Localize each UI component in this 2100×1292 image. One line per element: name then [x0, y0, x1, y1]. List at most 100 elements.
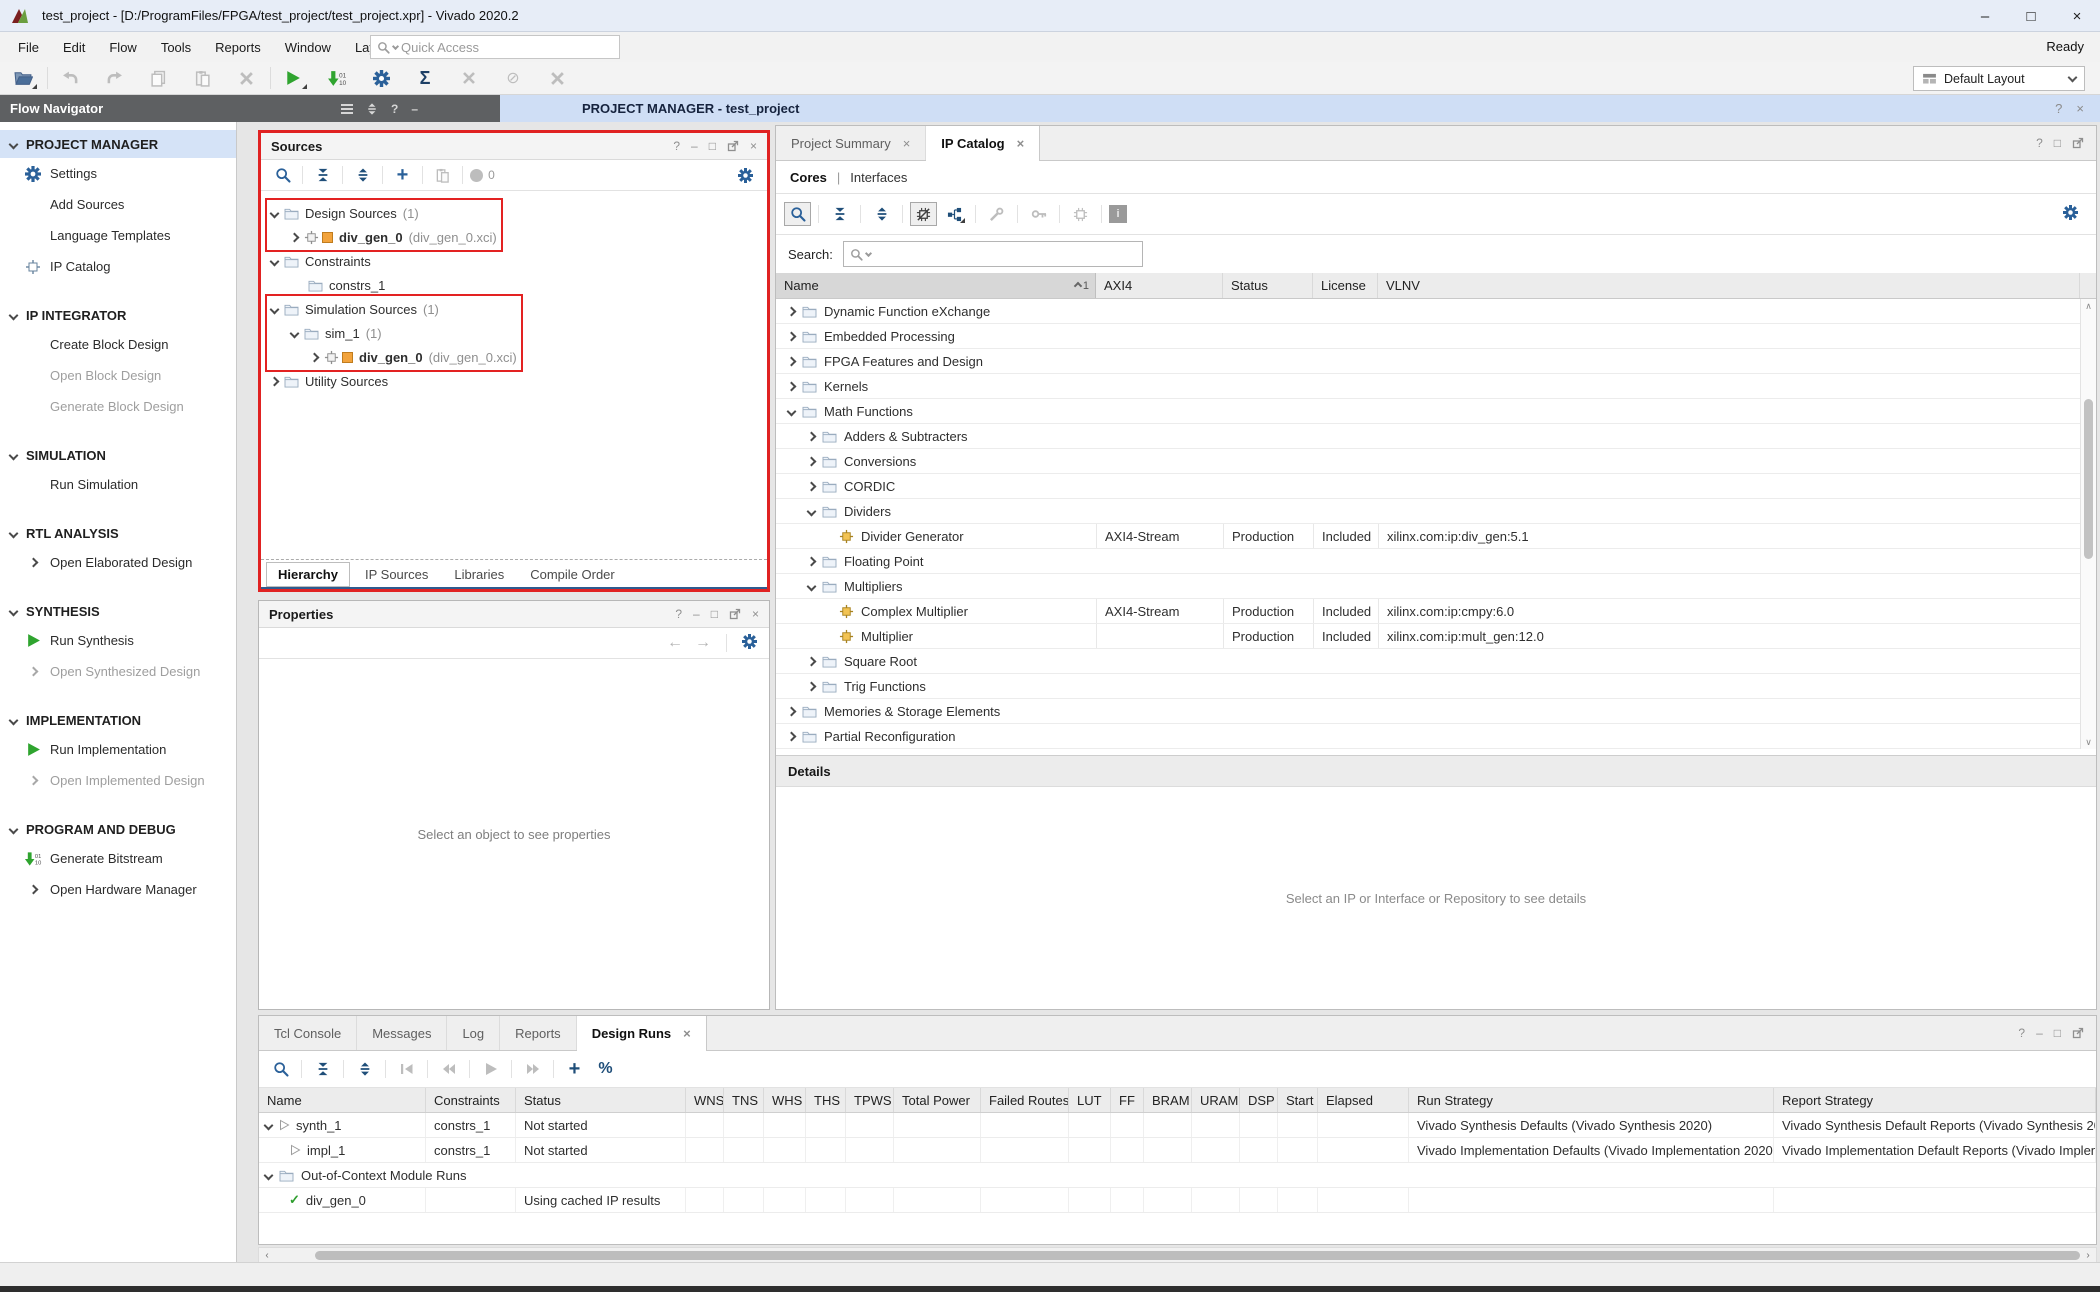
catalog-row-embedded-processing[interactable]: Embedded Processing — [776, 324, 2080, 349]
column-tns[interactable]: TNS — [724, 1088, 764, 1112]
generate-bitstream-icon[interactable] — [320, 64, 354, 92]
horizontal-scrollbar[interactable]: ‹ › — [258, 1247, 2097, 1263]
column-name[interactable]: Name — [259, 1088, 426, 1112]
close-panel-icon[interactable]: × — [752, 607, 759, 621]
copy-icon[interactable] — [141, 64, 175, 92]
ip-settings-icon[interactable] — [1067, 202, 1094, 226]
tab-compile-order[interactable]: Compile Order — [519, 563, 626, 586]
percent-icon[interactable]: % — [592, 1057, 619, 1081]
column-elapsed[interactable]: Elapsed — [1318, 1088, 1409, 1112]
catalog-row-divider-generator[interactable]: Divider Generator AXI4-Stream Production… — [776, 524, 2080, 549]
sidebar-item-add-sources[interactable]: Add Sources — [0, 189, 236, 220]
sidebar-item-open-elaborated-design[interactable]: Open Elaborated Design — [0, 547, 236, 578]
clipboard-icon[interactable] — [429, 163, 456, 187]
catalog-row-memories-storage[interactable]: Memories & Storage Elements — [776, 699, 2080, 724]
tab-project-summary[interactable]: Project Summary× — [776, 126, 926, 160]
scrollbar-thumb[interactable] — [315, 1251, 2080, 1260]
subtab-interfaces[interactable]: Interfaces — [850, 170, 907, 185]
maximize-panel-icon[interactable]: □ — [709, 139, 716, 153]
collapse-all-icon[interactable] — [309, 1057, 336, 1081]
column-axi4[interactable]: AXI4 — [1096, 273, 1223, 298]
expand-all-icon[interactable] — [366, 103, 378, 115]
menu-flow[interactable]: Flow — [97, 36, 148, 59]
tree-item-constraints[interactable]: Constraints — [261, 249, 767, 273]
search-icon[interactable] — [269, 163, 296, 187]
column-ths[interactable]: THS — [806, 1088, 846, 1112]
column-run-strategy[interactable]: Run Strategy — [1409, 1088, 1774, 1112]
license-key-icon[interactable] — [1025, 202, 1052, 226]
sidebar-item-run-implementation[interactable]: Run Implementation — [0, 734, 236, 765]
run-step-icon[interactable] — [477, 1057, 504, 1081]
search-icon[interactable] — [267, 1057, 294, 1081]
column-name[interactable]: Name1 — [776, 273, 1096, 298]
catalog-row-partial-reconfiguration[interactable]: Partial Reconfiguration — [776, 724, 2080, 749]
sidebar-item-run-simulation[interactable]: Run Simulation — [0, 469, 236, 500]
catalog-search-box[interactable] — [843, 241, 1143, 267]
run-row-impl-1[interactable]: impl_1 constrs_1 Not started Vivado Impl… — [259, 1138, 2096, 1163]
close-tab-icon[interactable]: × — [683, 1026, 691, 1041]
cancel-run-icon[interactable] — [452, 64, 486, 92]
float-panel-icon[interactable] — [2072, 137, 2084, 149]
column-whs[interactable]: WHS — [764, 1088, 806, 1112]
settings-gear-icon[interactable] — [742, 634, 757, 652]
sidebar-item-settings[interactable]: Settings — [0, 158, 236, 189]
tab-design-runs[interactable]: Design Runs× — [577, 1016, 707, 1051]
catalog-row-adders-subtracters[interactable]: Adders & Subtracters — [776, 424, 2080, 449]
catalog-row-floating-point[interactable]: Floating Point — [776, 549, 2080, 574]
tree-item-simulation-sources[interactable]: Simulation Sources(1) — [261, 297, 767, 321]
help-icon[interactable]: ? — [2018, 1026, 2025, 1040]
settings-gear-icon[interactable] — [364, 64, 398, 92]
minimize-button[interactable]: – — [1962, 0, 2008, 32]
column-failed-routes[interactable]: Failed Routes — [981, 1088, 1069, 1112]
close-panel-icon[interactable]: × — [750, 139, 757, 153]
run-row-synth-1[interactable]: synth_1 constrs_1 Not started Vivado Syn… — [259, 1113, 2096, 1138]
help-icon[interactable]: ? — [2036, 136, 2043, 150]
run-row-div-gen-0[interactable]: ✓div_gen_0 Using cached IP results — [259, 1188, 2096, 1213]
column-wns[interactable]: WNS — [686, 1088, 724, 1112]
help-icon[interactable]: ? — [673, 139, 680, 153]
sidebar-section-rtl-analysis[interactable]: RTL ANALYSIS — [0, 519, 236, 547]
edit-disabled-icon[interactable]: ⊘ — [496, 64, 530, 92]
sidebar-item-open-implemented-design[interactable]: Open Implemented Design — [0, 765, 236, 796]
column-dsp[interactable]: DSP — [1240, 1088, 1278, 1112]
tab-libraries[interactable]: Libraries — [443, 563, 515, 586]
toggle-panel-icon[interactable] — [341, 108, 353, 110]
sidebar-item-ip-catalog[interactable]: IP Catalog — [0, 251, 236, 282]
paste-icon[interactable] — [185, 64, 219, 92]
expand-all-icon[interactable] — [349, 163, 376, 187]
tree-item-sim-1[interactable]: sim_1(1) — [261, 321, 767, 345]
tab-ip-catalog[interactable]: IP Catalog× — [926, 126, 1040, 161]
column-total-power[interactable]: Total Power — [894, 1088, 981, 1112]
sidebar-section-project-manager[interactable]: PROJECT MANAGER — [0, 130, 236, 158]
sidebar-item-generate-bitstream[interactable]: Generate Bitstream — [0, 843, 236, 874]
delete-icon[interactable] — [229, 64, 263, 92]
tree-item-constrs-1[interactable]: constrs_1 — [261, 273, 767, 297]
close-tab-icon[interactable]: × — [1017, 136, 1025, 151]
catalog-row-trig-functions[interactable]: Trig Functions — [776, 674, 2080, 699]
column-start[interactable]: Start — [1278, 1088, 1318, 1112]
close-button[interactable]: × — [2054, 0, 2100, 32]
forward-arrow-icon[interactable]: → — [695, 634, 711, 652]
help-icon[interactable]: ? — [391, 102, 398, 116]
layout-selector[interactable]: Default Layout — [1913, 66, 2085, 91]
back-arrow-icon[interactable]: ← — [667, 634, 683, 652]
tree-item-utility-sources[interactable]: Utility Sources — [261, 369, 767, 393]
maximize-panel-icon[interactable]: □ — [2054, 1026, 2061, 1040]
quick-access-search[interactable] — [370, 35, 620, 59]
scroll-up-icon[interactable]: ∧ — [2081, 299, 2096, 313]
catalog-row-cordic[interactable]: CORDIC — [776, 474, 2080, 499]
catalog-row-kernels[interactable]: Kernels — [776, 374, 2080, 399]
catalog-row-complex-multiplier[interactable]: Complex Multiplier AXI4-Stream Productio… — [776, 599, 2080, 624]
column-ff[interactable]: FF — [1111, 1088, 1144, 1112]
sidebar-item-run-synthesis[interactable]: Run Synthesis — [0, 625, 236, 656]
menu-file[interactable]: File — [6, 36, 51, 59]
sidebar-section-simulation[interactable]: SIMULATION — [0, 441, 236, 469]
vertical-scrollbar[interactable]: ∧ ∨ — [2080, 299, 2096, 749]
float-panel-icon[interactable] — [729, 608, 741, 620]
catalog-row-dividers[interactable]: Dividers — [776, 499, 2080, 524]
sidebar-item-generate-block-design[interactable]: Generate Block Design — [0, 391, 236, 422]
tree-item-div-gen-0[interactable]: div_gen_0(div_gen_0.xci) — [261, 225, 767, 249]
catalog-row-multiplier[interactable]: Multiplier Production Included xilinx.co… — [776, 624, 2080, 649]
menu-tools[interactable]: Tools — [149, 36, 203, 59]
fast-forward-icon[interactable] — [519, 1057, 546, 1081]
